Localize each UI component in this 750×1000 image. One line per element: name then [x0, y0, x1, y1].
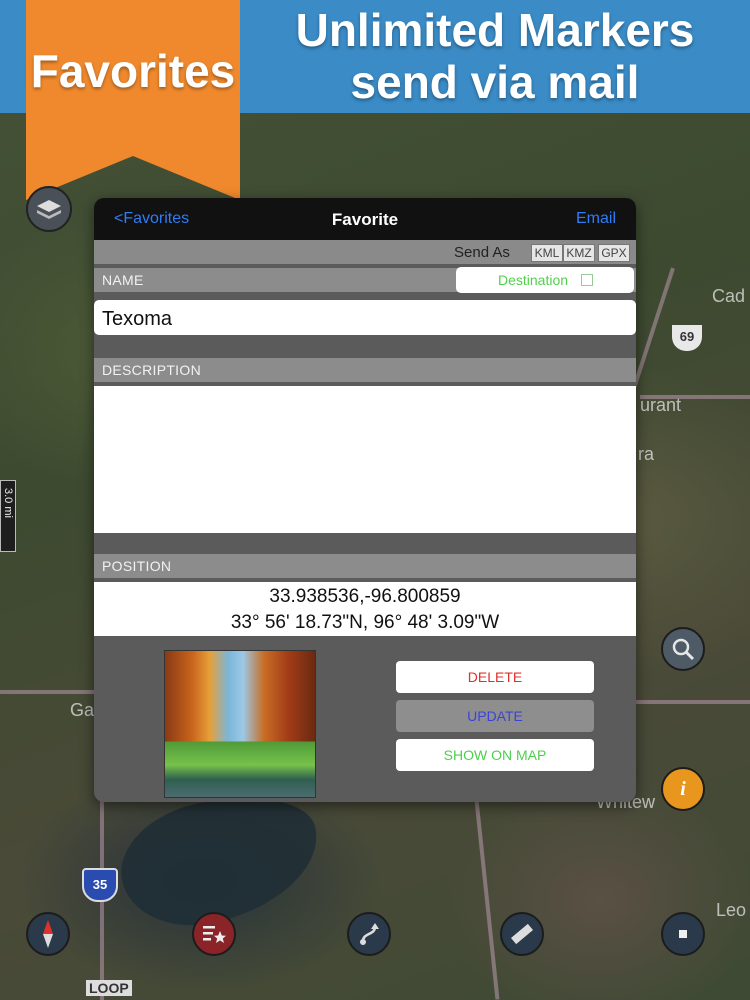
description-field[interactable] — [94, 386, 636, 533]
map-label: ra — [638, 444, 655, 464]
scale-label: 3.0 mi — [2, 488, 14, 518]
banner-title-line1: Unlimited Markers — [295, 4, 695, 56]
ruler-icon-glyph — [511, 923, 533, 945]
update-button[interactable]: UPDATE — [396, 700, 594, 732]
position-dms: 33° 56' 18.73"N, 96° 48' 3.09"W — [230, 612, 500, 633]
ribbon-text: Favorites — [30, 45, 236, 97]
map-label: Ga — [70, 700, 95, 720]
banner-title: Unlimited Markers send via mail — [240, 4, 750, 108]
nav-bar: <Favorites Favorite Email — [94, 198, 636, 240]
position-decimal: 33.938536,-96.800859 — [269, 586, 461, 607]
info-icon[interactable]: i — [661, 767, 705, 811]
position-section-header: POSITION — [94, 554, 636, 578]
description-label: DESCRIPTION — [102, 362, 201, 378]
map-label: urant — [640, 395, 682, 415]
send-as-row: Send As KML KMZ GPX — [94, 240, 636, 264]
map-road — [0, 690, 94, 694]
format-kmz-button[interactable]: KMZ — [563, 244, 595, 262]
favorite-dialog: <Favorites Favorite Email Send As KML KM… — [94, 198, 636, 802]
favorites-list-glyph — [203, 926, 226, 943]
stop-icon[interactable] — [661, 912, 705, 956]
email-button[interactable]: Email — [576, 210, 616, 228]
search-icon-glyph — [672, 638, 695, 661]
map-label: Cad — [712, 286, 746, 306]
map-label: Leo — [716, 900, 747, 920]
format-kml-button[interactable]: KML — [531, 244, 563, 262]
map-road — [474, 800, 500, 1000]
ruler-icon[interactable] — [500, 912, 544, 956]
position-display: 33.938536,-96.800859 33° 56' 18.73"N, 96… — [94, 582, 636, 636]
compass-icon[interactable] — [26, 912, 70, 956]
map-road — [636, 700, 750, 704]
name-field[interactable]: Texoma — [94, 300, 636, 335]
name-value: Texoma — [102, 308, 173, 330]
loop-shield: LOOP — [86, 980, 132, 996]
favorite-photo[interactable] — [164, 650, 316, 798]
name-label: NAME — [102, 272, 144, 288]
show-on-map-button[interactable]: SHOW ON MAP — [396, 739, 594, 771]
route-icon[interactable] — [347, 912, 391, 956]
interstate-shield: 35 — [82, 868, 118, 902]
route-icon-glyph — [360, 923, 379, 945]
highway-shield: 69 — [672, 325, 702, 351]
layers-icon-glyph — [37, 200, 61, 219]
delete-button[interactable]: DELETE — [396, 661, 594, 693]
scale-bar: 3.0 mi — [0, 480, 16, 552]
favorites-list-icon[interactable] — [192, 912, 236, 956]
send-as-label: Send As — [454, 244, 510, 261]
page-title: Favorite — [331, 210, 399, 229]
position-label: POSITION — [102, 558, 172, 574]
destination-toggle[interactable]: Destination — [456, 267, 634, 293]
description-section-header: DESCRIPTION — [94, 358, 636, 382]
compass-icon-glyph — [43, 920, 53, 948]
search-icon[interactable] — [661, 627, 705, 671]
destination-checkbox[interactable] — [581, 274, 593, 286]
layers-icon[interactable] — [26, 186, 72, 232]
format-gpx-button[interactable]: GPX — [598, 244, 630, 262]
destination-label: Destination — [498, 272, 569, 288]
stop-icon-glyph — [679, 930, 687, 938]
banner-title-line2: send via mail — [350, 56, 640, 108]
